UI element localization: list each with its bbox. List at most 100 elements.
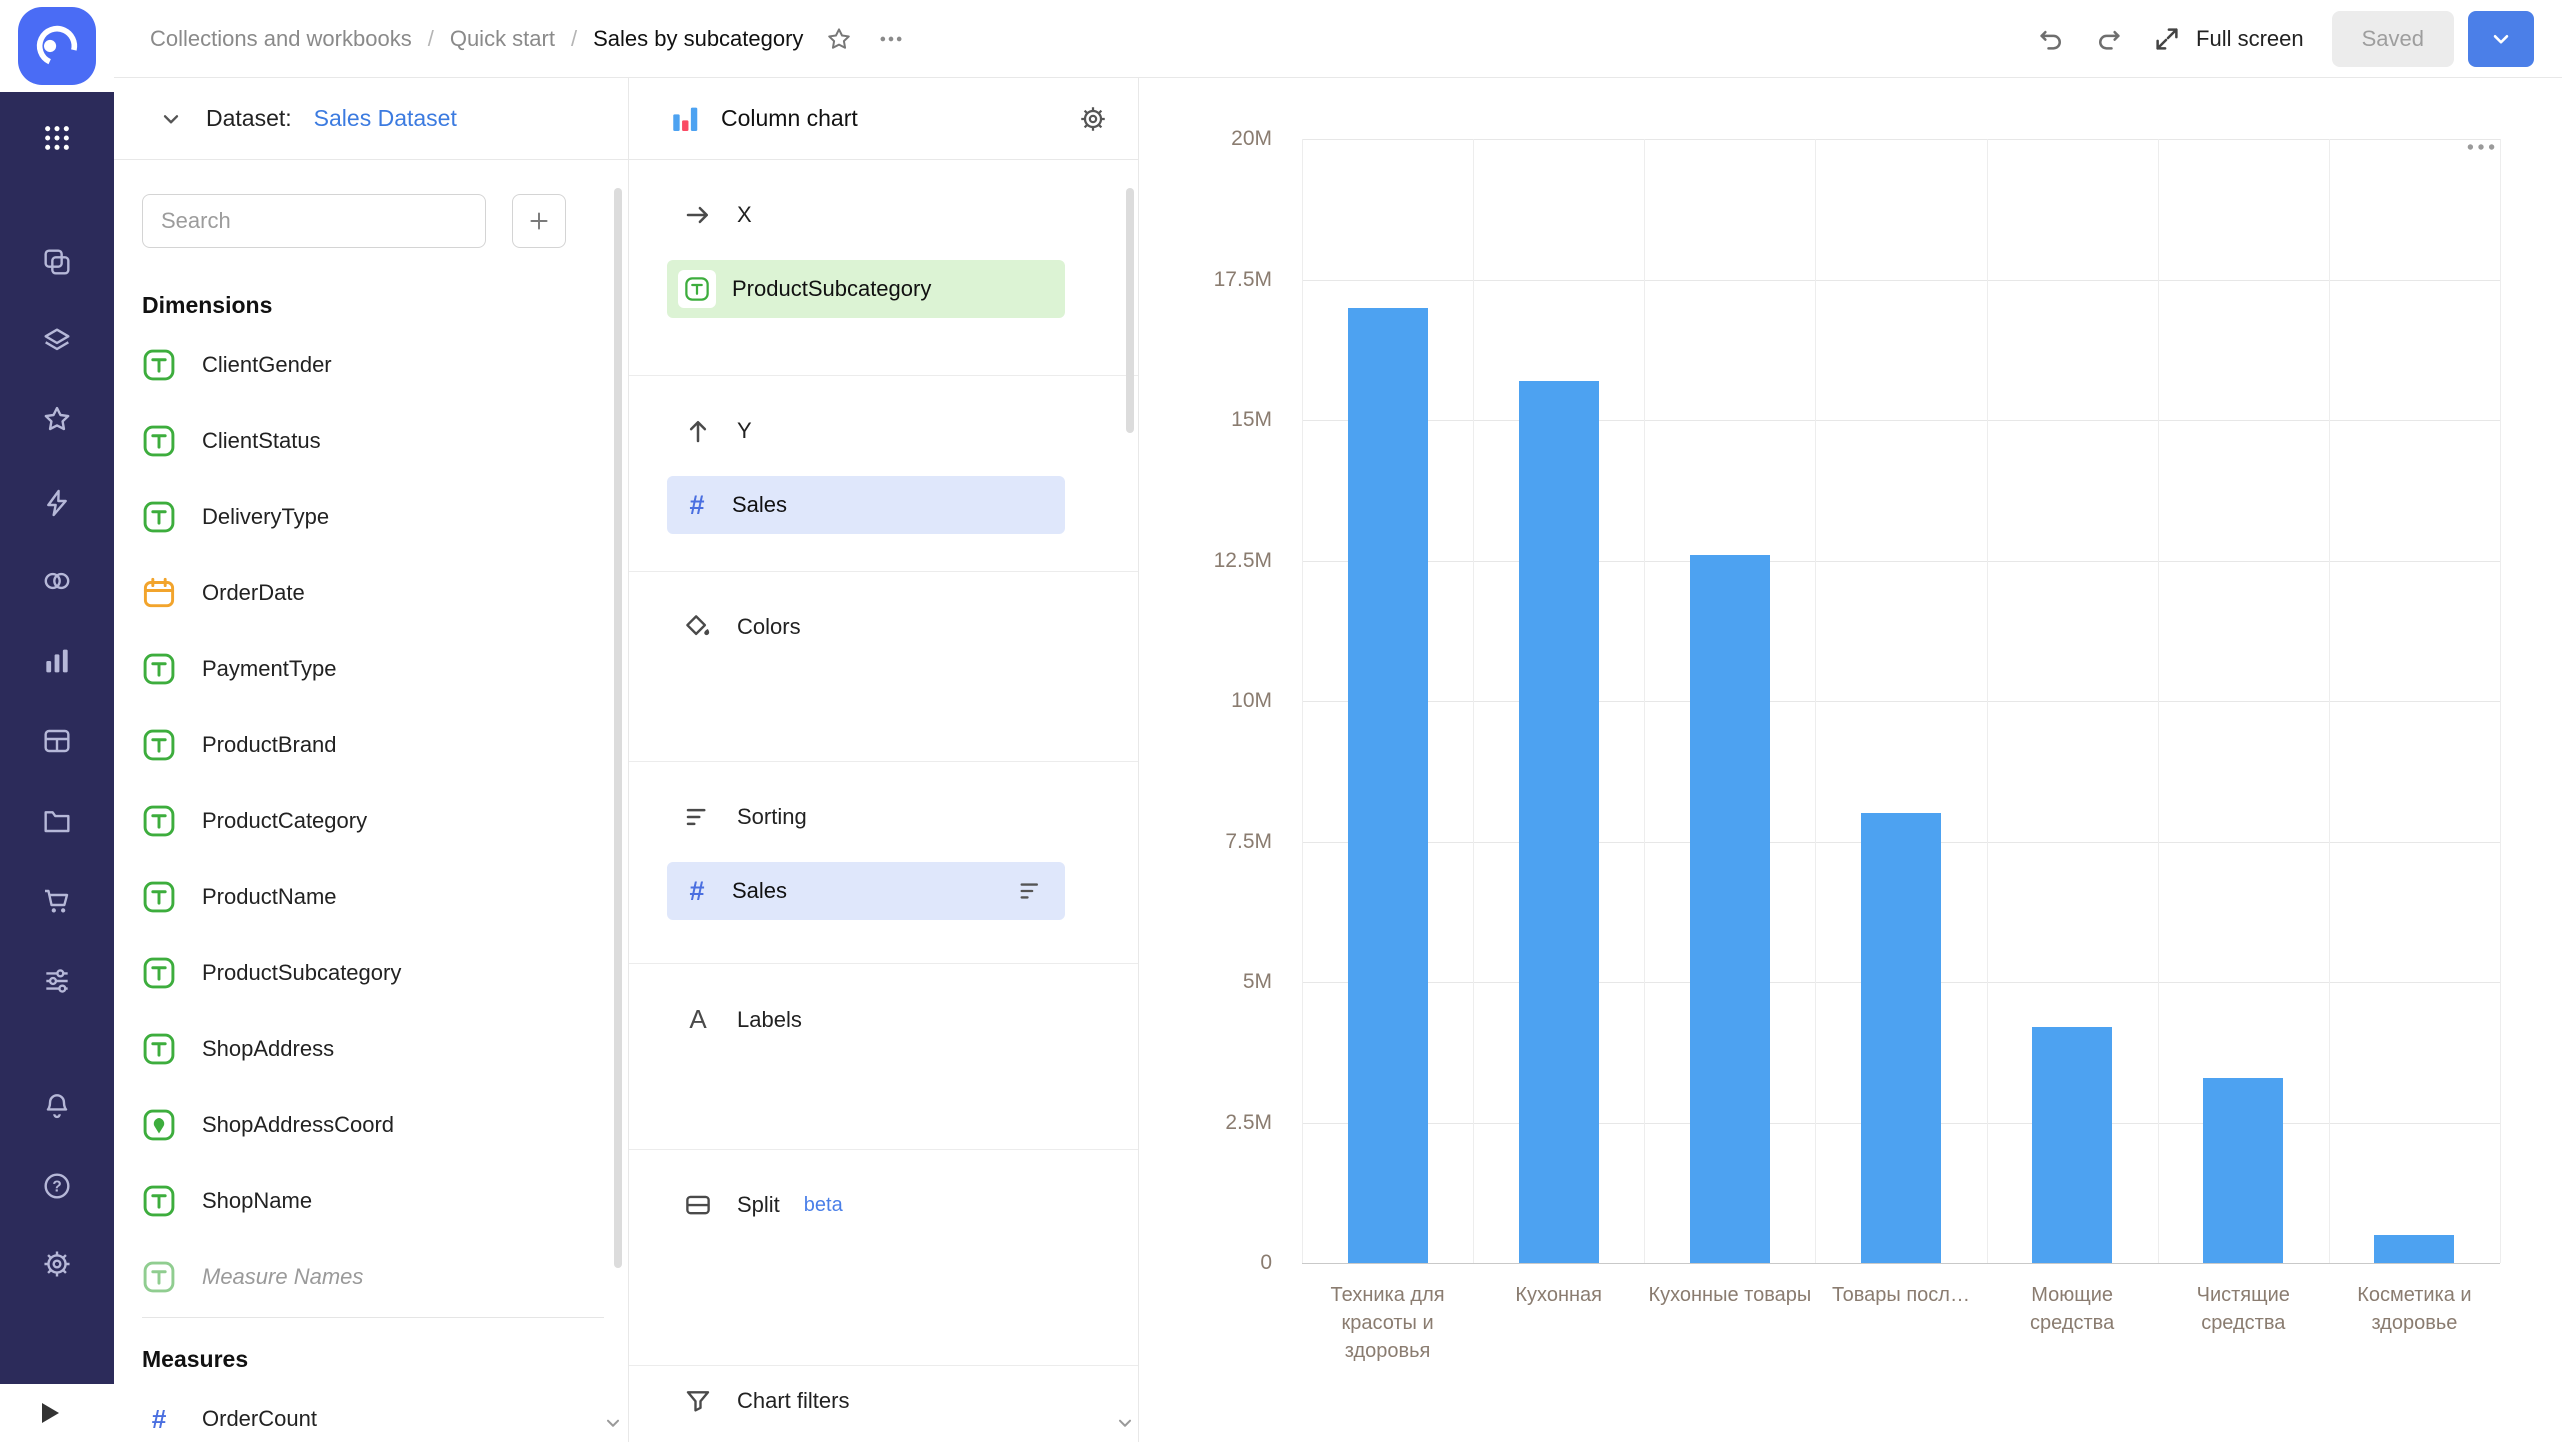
logo-area <box>0 0 114 92</box>
scroll-down-icon[interactable] <box>602 1412 624 1434</box>
field-type-icon <box>142 500 176 534</box>
chart-bar[interactable] <box>1347 308 1428 1263</box>
scroll-down-icon[interactable] <box>1114 1412 1136 1434</box>
y-tick-label: 7.5M <box>1225 829 1272 853</box>
arrow-up-icon <box>683 416 713 446</box>
sorting-field-name: Sales <box>732 878 788 903</box>
section-sorting-label: Sorting <box>737 804 807 829</box>
marketplace-cart-icon[interactable] <box>38 882 76 920</box>
field-item[interactable]: Measure Names <box>142 1239 604 1315</box>
chart-bar[interactable] <box>2032 1027 2113 1263</box>
field-item[interactable]: ClientStatus <box>142 403 604 479</box>
tables-icon[interactable] <box>38 722 76 760</box>
field-type-icon <box>142 1260 176 1294</box>
favorite-star-icon[interactable] <box>825 25 853 53</box>
svg-text:#: # <box>152 1404 167 1434</box>
charts-icon[interactable] <box>38 642 76 680</box>
field-item[interactable]: ProductCategory <box>142 783 604 859</box>
x-field-pill[interactable]: ProductSubcategory <box>667 260 1065 318</box>
plus-icon <box>530 212 548 230</box>
sorting-field-pill[interactable]: # Sales <box>667 862 1065 920</box>
field-name: DeliveryType <box>202 504 330 529</box>
field-name: ClientStatus <box>202 428 321 453</box>
gear-icon[interactable] <box>38 1245 76 1283</box>
section-split: Split beta <box>629 1150 1138 1366</box>
config-panel-scrollbar[interactable] <box>1126 188 1134 433</box>
h-gridline <box>1302 279 2500 281</box>
full-screen-label[interactable]: Full screen <box>2196 26 2304 52</box>
section-labels-label: Labels <box>737 1006 802 1032</box>
field-item[interactable]: PaymentType <box>142 631 604 707</box>
services-circles-icon[interactable] <box>38 562 76 600</box>
y-tick-label: 12.5M <box>1213 548 1272 572</box>
labels-a-icon: A <box>689 1004 707 1034</box>
chart-bar[interactable] <box>2203 1078 2284 1263</box>
chart-settings-gear-icon[interactable] <box>1078 104 1108 134</box>
dataset-name-link[interactable]: Sales Dataset <box>314 105 457 132</box>
field-type-icon <box>142 956 176 990</box>
sort-direction-icon[interactable] <box>1017 877 1045 905</box>
chart-bar[interactable] <box>1518 381 1599 1263</box>
search-input[interactable] <box>142 194 486 248</box>
field-item[interactable]: ProductBrand <box>142 707 604 783</box>
field-item[interactable]: OrderDate <box>142 555 604 631</box>
saved-button[interactable]: Saved <box>2331 10 2454 67</box>
quick-lightning-icon[interactable] <box>38 484 76 522</box>
y-tick-label: 20M <box>1231 127 1272 150</box>
section-y-label: Y <box>737 418 752 443</box>
redo-icon[interactable] <box>2094 24 2124 54</box>
breadcrumb-collections[interactable]: Collections and workbooks <box>150 26 412 52</box>
workbooks-layers-icon[interactable] <box>38 322 76 360</box>
field-type-icon <box>142 1108 176 1142</box>
section-split-label: Split <box>737 1192 780 1217</box>
field-item[interactable]: ShopAddress <box>142 1011 604 1087</box>
paint-bucket-icon <box>683 612 713 642</box>
field-name: ProductCategory <box>202 808 368 833</box>
collections-icon[interactable] <box>38 243 76 281</box>
field-item[interactable]: ClientGender <box>142 327 604 403</box>
section-colors: Colors <box>629 572 1138 762</box>
fullscreen-icon[interactable] <box>2152 24 2182 54</box>
undo-icon[interactable] <box>2036 24 2066 54</box>
save-dropdown-button[interactable] <box>2468 10 2534 67</box>
chart-bar[interactable] <box>1861 813 1941 1263</box>
section-y: Y # Sales <box>629 376 1138 572</box>
field-item[interactable]: ProductSubcategory <box>142 935 604 1011</box>
notifications-bell-icon[interactable] <box>38 1087 76 1125</box>
section-sorting: Sorting # Sales <box>629 762 1138 964</box>
apps-grid-icon[interactable] <box>38 119 76 157</box>
help-icon[interactable]: ? <box>38 1167 76 1205</box>
h-gridline <box>1302 560 2500 562</box>
x-category-label: Кухонные товары <box>1648 1284 1812 1306</box>
chart-bar[interactable] <box>2374 1235 2455 1263</box>
beta-badge: beta <box>803 1193 843 1216</box>
app-logo[interactable] <box>18 7 96 85</box>
dataset-panel-scrollbar[interactable] <box>614 188 622 1268</box>
expand-panel-button[interactable] <box>0 1384 114 1442</box>
chart-type-label[interactable]: Column chart <box>721 105 858 132</box>
field-item[interactable]: DeliveryType <box>142 479 604 555</box>
field-item[interactable]: ShopAddressCoord <box>142 1087 604 1163</box>
chart-bar[interactable] <box>1689 555 1770 1263</box>
field-item[interactable]: ProductName <box>142 859 604 935</box>
files-folder-icon[interactable] <box>38 802 76 840</box>
sliders-icon[interactable] <box>38 962 76 1000</box>
v-gridline <box>1644 139 1646 1263</box>
field-type-icon <box>142 424 176 458</box>
v-gridline <box>2500 139 2501 1263</box>
y-field-name: Sales <box>732 492 788 517</box>
y-field-pill[interactable]: # Sales <box>667 476 1065 534</box>
x-field-name: ProductSubcategory <box>732 276 932 301</box>
collapse-chevron-icon[interactable] <box>158 106 184 132</box>
field-item[interactable]: ShopName <box>142 1163 604 1239</box>
favorites-star-icon[interactable] <box>38 400 76 438</box>
field-item[interactable]: # OrderCount <box>142 1381 604 1442</box>
x-category-label: Товары посл… <box>1832 1284 1970 1306</box>
breadcrumb-quick-start[interactable]: Quick start <box>450 26 555 52</box>
field-name: ShopAddressCoord <box>202 1112 395 1137</box>
y-tick-label: 0 <box>1260 1251 1272 1274</box>
more-icon[interactable] <box>877 25 905 53</box>
field-name: OrderDate <box>202 580 305 605</box>
add-field-button[interactable] <box>512 194 566 248</box>
y-tick-label: 10M <box>1231 689 1272 712</box>
